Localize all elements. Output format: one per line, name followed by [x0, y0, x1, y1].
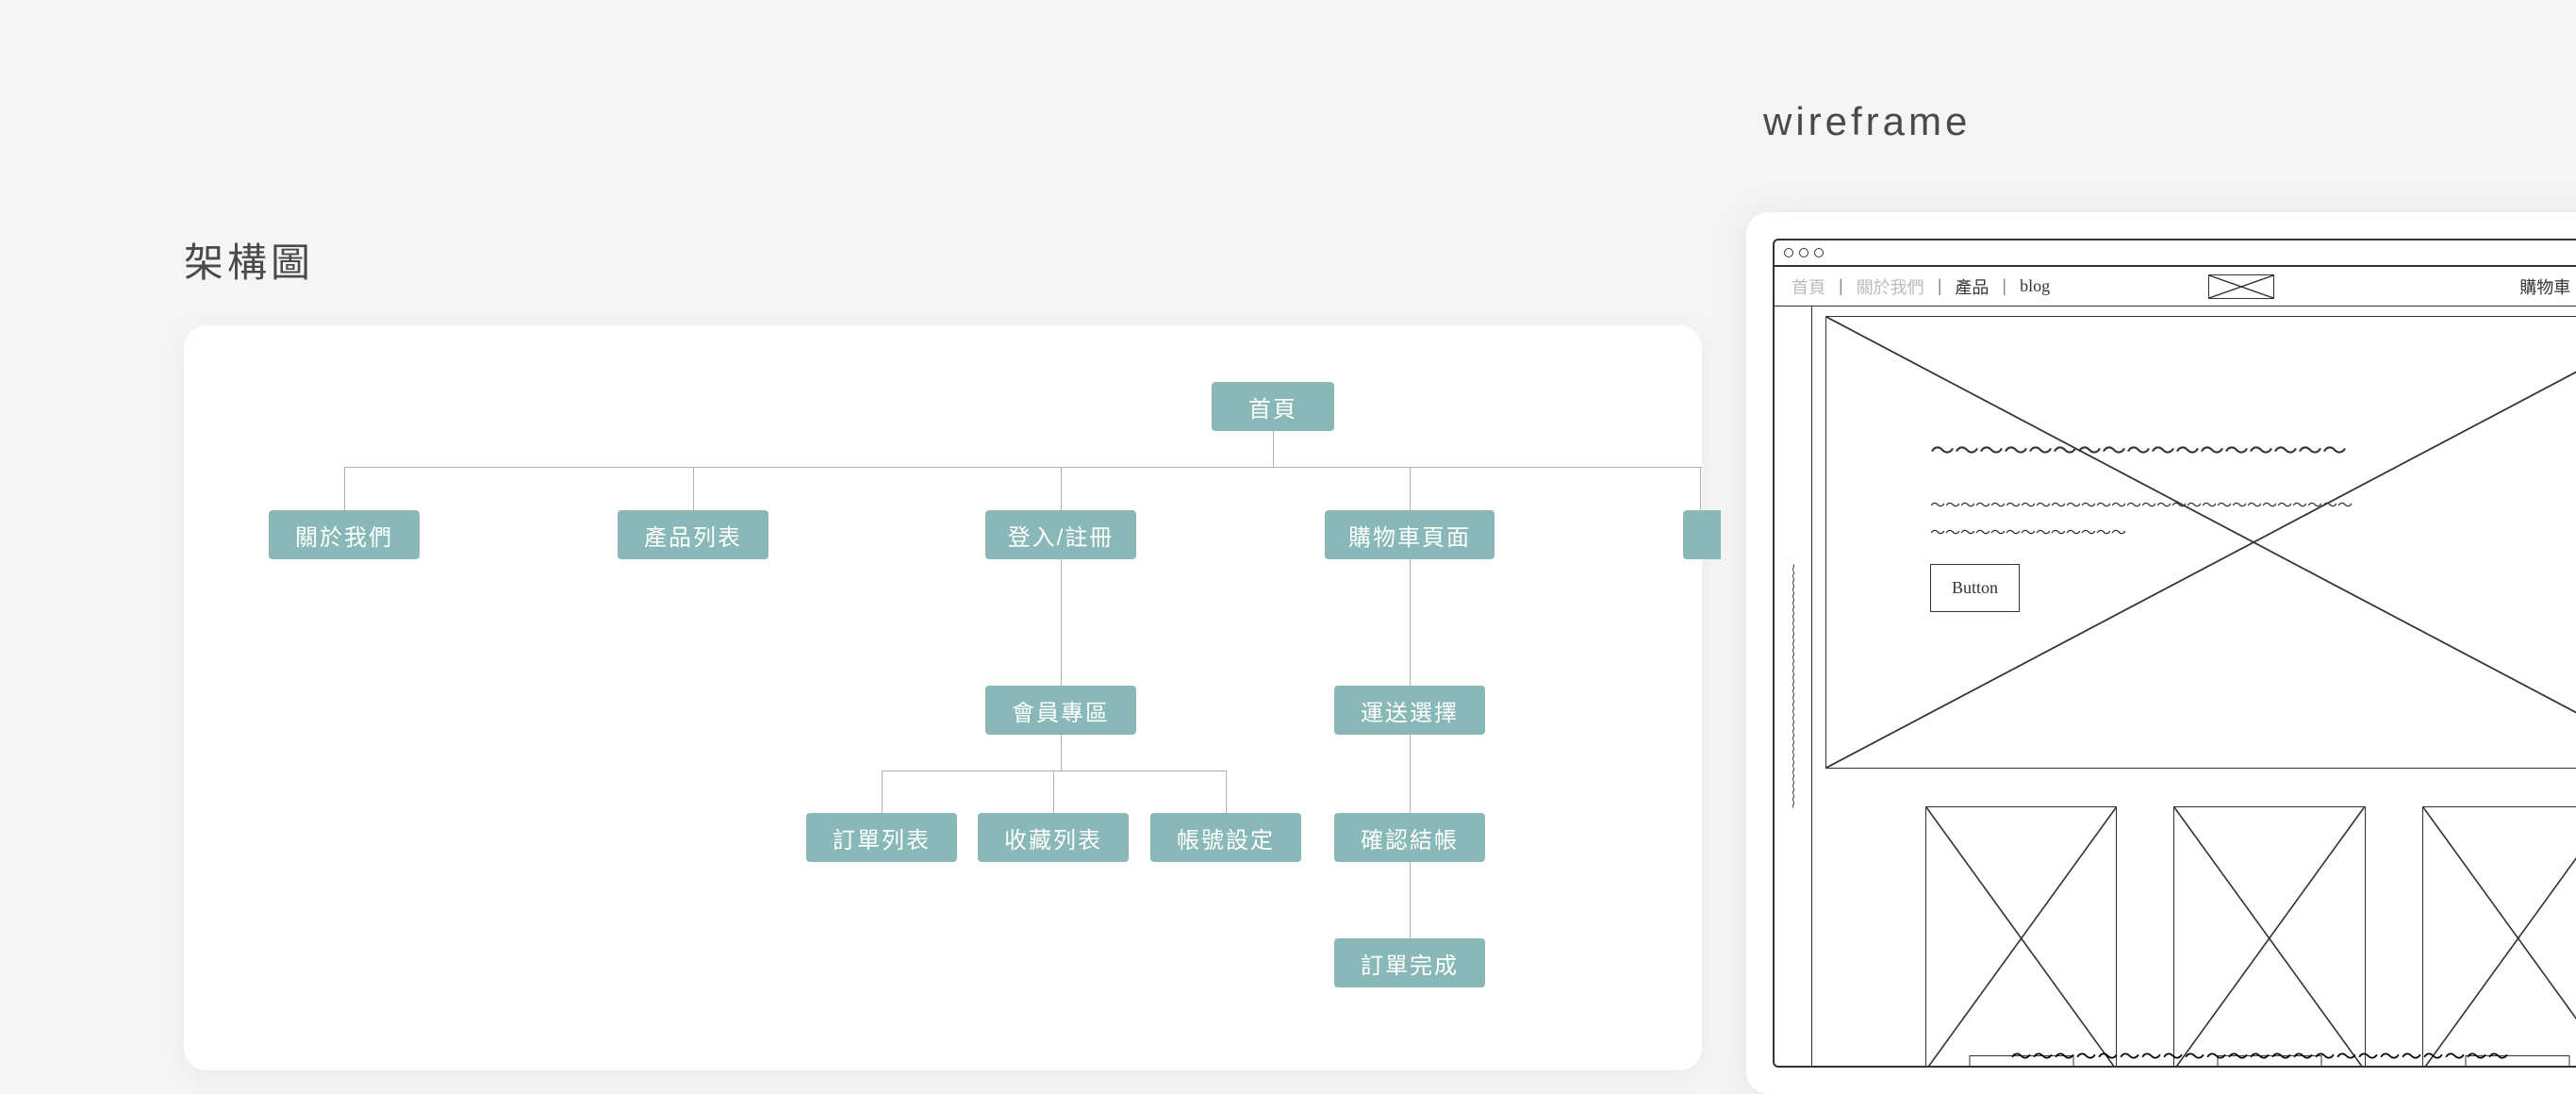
hero-cta-button[interactable]: Button [1930, 564, 2020, 611]
node-favorites: 收藏列表 [978, 813, 1129, 862]
window-dot-icon [1784, 248, 1793, 257]
browser-titlebar [1775, 240, 2576, 267]
nav-separator: | [1839, 276, 1843, 296]
product-card[interactable]: Button [2173, 806, 2365, 1066]
nav-blog[interactable]: blog [2014, 276, 2056, 296]
node-orders: 訂單列表 [806, 813, 957, 862]
node-home: 首頁 [1212, 382, 1334, 431]
wireframe-sidebar [1775, 307, 1812, 1066]
wireframe-section-title: wireframe [1763, 99, 1971, 144]
node-account: 帳號設定 [1150, 813, 1301, 862]
hero-heading-placeholder: ～～～～～～～～～～～～～～～～～ [1930, 430, 2364, 474]
card-row: Button Button Button [1925, 806, 2576, 1066]
window-dot-icon [1814, 248, 1824, 257]
wireframe-panel: 首頁 | 關於我們 | 產品 | blog 購物車 | 登入/登出 [1746, 212, 2576, 1094]
browser-frame: 首頁 | 關於我們 | 產品 | blog 購物車 | 登入/登出 [1773, 239, 2576, 1068]
hero-text-block: ～～～～～～～～～～～～～～～～～ ～～～～～～～～～～～～～～～～～～～～～～… [1930, 430, 2364, 612]
node-products: 產品列表 [618, 510, 768, 559]
node-shipping: 運送選擇 [1334, 686, 1485, 735]
node-about: 關於我們 [269, 510, 420, 559]
window-dot-icon [1799, 248, 1808, 257]
product-card[interactable]: Button [1925, 806, 2117, 1066]
hero-image-placeholder: ～～～～～～～～～～～～～～～～～ ～～～～～～～～～～～～～～～～～～～～～～… [1825, 316, 2576, 769]
nav-home[interactable]: 首頁 [1786, 274, 1831, 299]
node-complete: 訂單完成 [1334, 938, 1485, 987]
wireframe-main: ～～～～～～～～～～～～～～～～～ ～～～～～～～～～～～～～～～～～～～～～～… [1812, 307, 2576, 1066]
hero-paragraph-placeholder: ～～～～～～～～～～～～～～～～～～～～～～～～～～～～ [1930, 493, 2364, 521]
wireframe-navbar: 首頁 | 關於我們 | 產品 | blog 購物車 | 登入/登出 [1775, 267, 2576, 307]
node-cart: 購物車頁面 [1325, 510, 1494, 559]
nav-about[interactable]: 關於我們 [1851, 274, 1930, 299]
nav-cart[interactable]: 購物車 [2514, 274, 2576, 299]
wireframe-body: ～～～～～～～～～～～～～～～～～ ～～～～～～～～～～～～～～～～～～～～～～… [1775, 307, 2576, 1066]
node-checkout: 確認結帳 [1334, 813, 1485, 862]
node-member: 會員專區 [985, 686, 1136, 735]
hero-paragraph-placeholder: ～～～～～～～～～～～～～ [1930, 521, 2364, 548]
node-login: 登入/註冊 [985, 510, 1136, 559]
nav-separator: | [2002, 276, 2006, 296]
footer-heading-placeholder: ～～～～～～～～～～～～～～～～～～～～～～～ [2010, 1040, 2509, 1066]
sitemap-card: 首頁 關於我們 產品列表 登入/註冊 購物車頁面 會員專區 運送選擇 訂單列表 … [184, 325, 1702, 1070]
sitemap-section-title: 架構圖 [184, 231, 314, 289]
product-card[interactable]: Button [2422, 806, 2576, 1066]
nav-separator: | [1938, 276, 1942, 296]
node-partial [1683, 510, 1721, 559]
logo-placeholder[interactable] [2208, 274, 2274, 299]
nav-products[interactable]: 產品 [1949, 274, 1994, 299]
